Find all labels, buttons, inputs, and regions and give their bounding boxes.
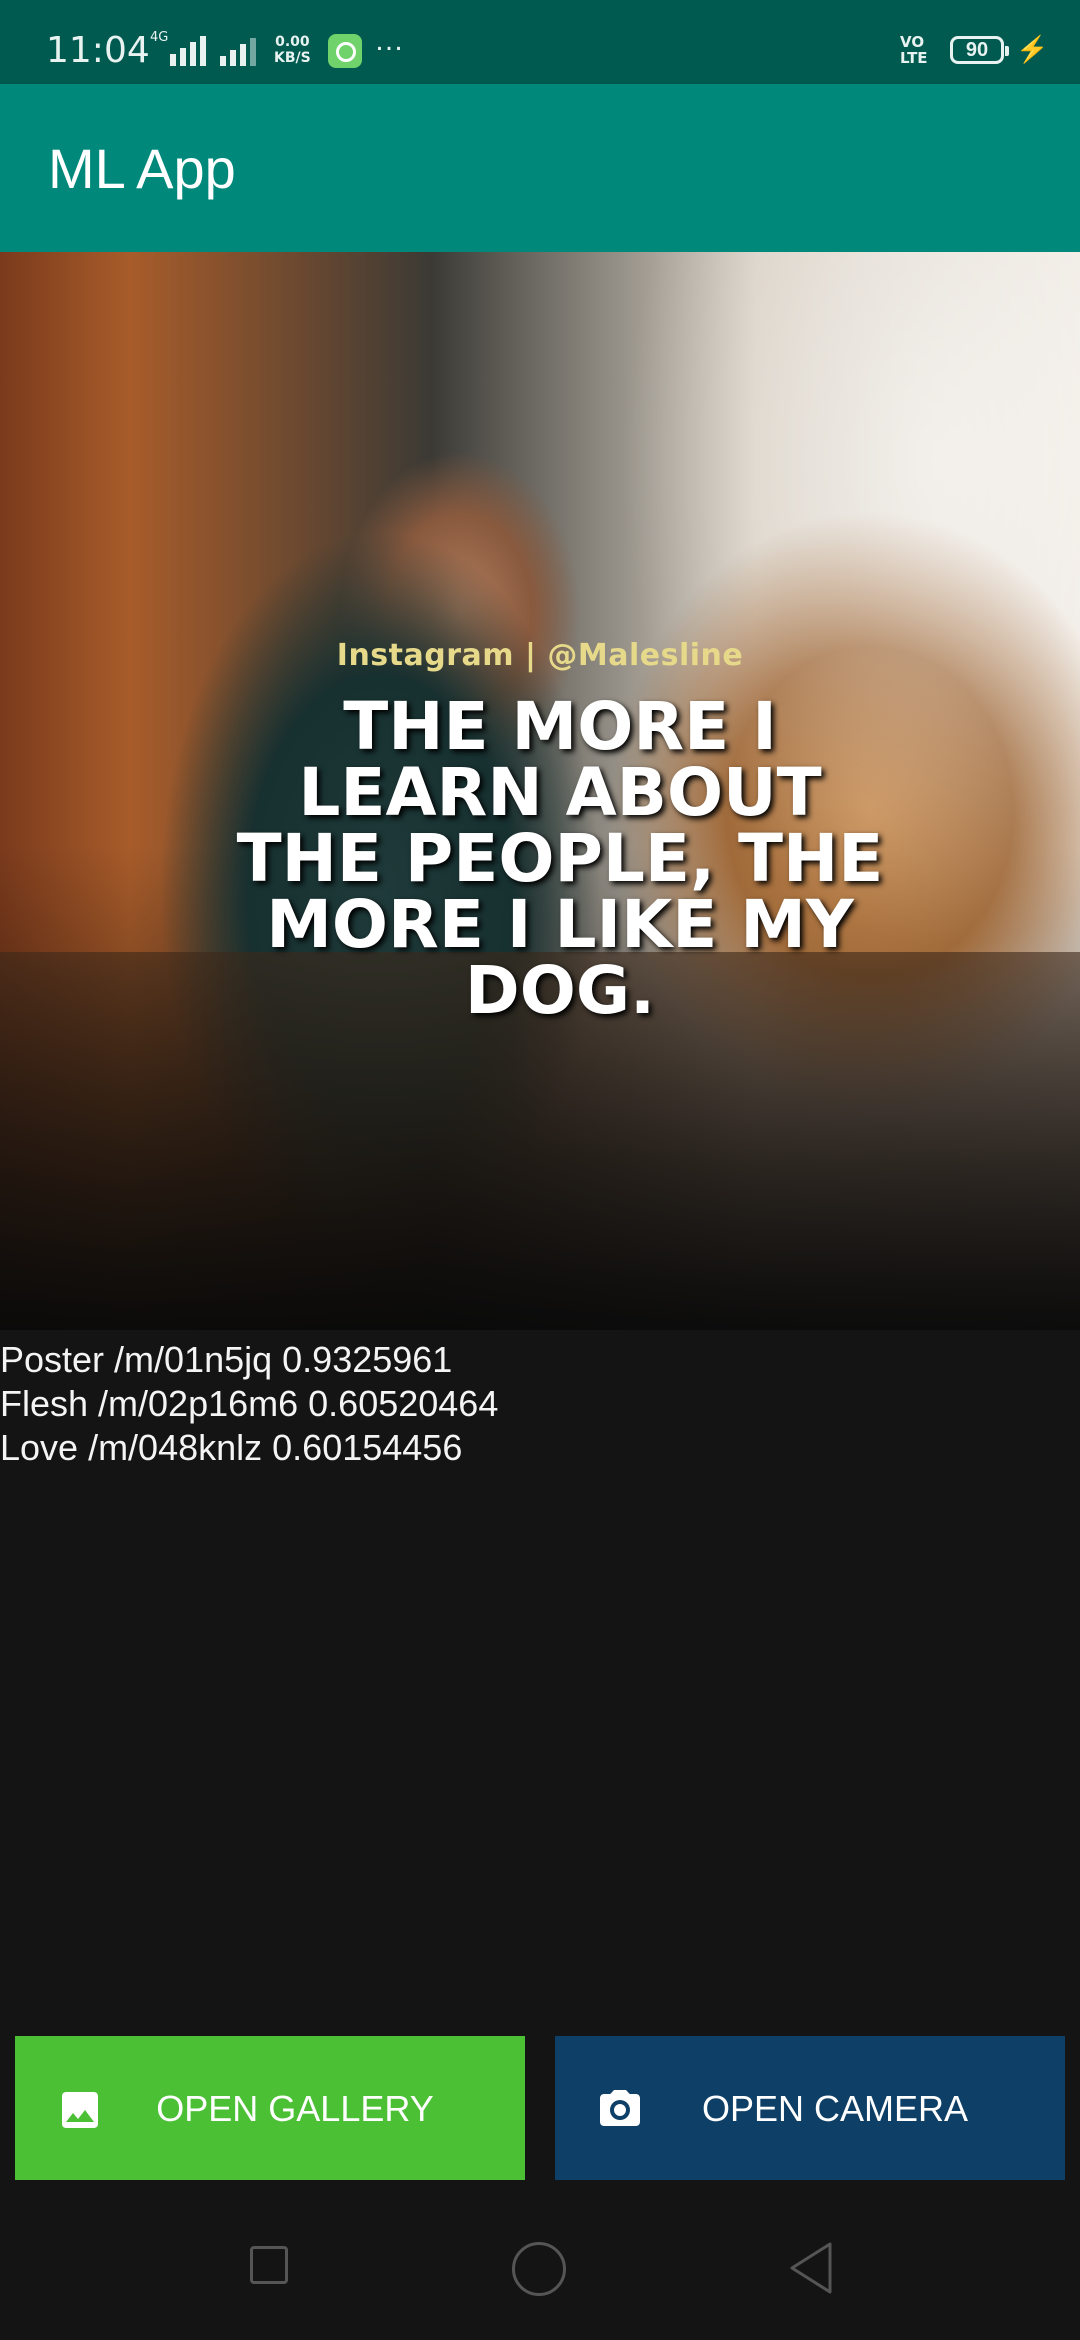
more-notifications-icon: … bbox=[374, 24, 404, 57]
charging-icon: ⚡ bbox=[1016, 34, 1049, 64]
network-speed: 0.00 KB/S bbox=[274, 34, 311, 66]
status-bar: 11:04 4G 0.00 KB/S … VO LTE 90 ⚡ bbox=[0, 0, 1080, 84]
recent-apps-button[interactable] bbox=[250, 2246, 288, 2284]
battery-icon: 90 bbox=[950, 36, 1009, 64]
app-bar: ML App bbox=[0, 84, 1080, 252]
network-speed-unit: KB/S bbox=[274, 50, 311, 66]
back-button[interactable] bbox=[786, 2240, 836, 2296]
image-quote-text: THE MORE I LEARN ABOUT THE PEOPLE, THE M… bbox=[236, 688, 884, 1029]
signal-strength-icon bbox=[170, 34, 206, 66]
image-credit-text: Instagram | @Malesline bbox=[336, 638, 744, 673]
label-results: Poster /m/01n5jq 0.9325961 Flesh /m/02p1… bbox=[0, 1338, 498, 1470]
navigation-bar bbox=[0, 2180, 1080, 2340]
status-time: 11:04 bbox=[46, 30, 150, 71]
volte-indicator: VO LTE bbox=[900, 34, 928, 66]
result-line: Love /m/048knlz 0.60154456 bbox=[0, 1427, 463, 1468]
app-notification-icon bbox=[328, 34, 362, 68]
volte-bottom-label: LTE bbox=[900, 49, 928, 67]
result-line: Flesh /m/02p16m6 0.60520464 bbox=[0, 1383, 499, 1424]
signal-strength-2-icon bbox=[220, 34, 256, 66]
network-speed-value: 0.00 bbox=[275, 34, 310, 50]
open-gallery-button[interactable]: OPEN GALLERY bbox=[15, 2036, 525, 2180]
result-line: Poster /m/01n5jq 0.9325961 bbox=[0, 1339, 453, 1380]
network-type-label: 4G bbox=[150, 30, 169, 45]
home-button[interactable] bbox=[512, 2242, 566, 2296]
app-title: ML App bbox=[48, 137, 236, 200]
open-camera-button[interactable]: OPEN CAMERA bbox=[555, 2036, 1065, 2180]
selected-image: Instagram | @Malesline THE MORE I LEARN … bbox=[0, 252, 1080, 1330]
open-camera-label: OPEN CAMERA bbox=[701, 2088, 969, 2129]
open-gallery-label: OPEN GALLERY bbox=[156, 2088, 434, 2129]
volte-top-label: VO bbox=[900, 33, 925, 51]
